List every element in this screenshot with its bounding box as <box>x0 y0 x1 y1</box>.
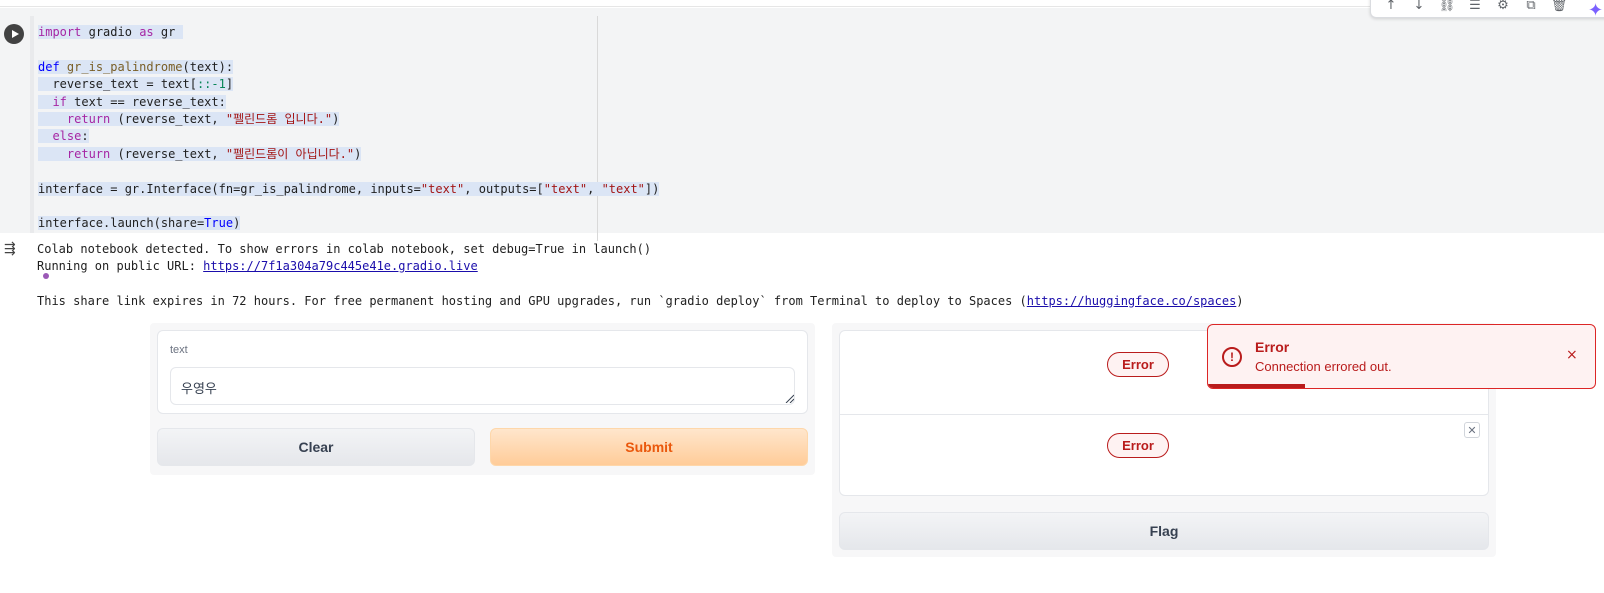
cell-output: Colab notebook detected. To show errors … <box>37 241 1244 310</box>
spaces-link[interactable]: https://huggingface.co/spaces <box>1027 294 1237 308</box>
code-line: import gradio as gr <box>38 24 659 41</box>
resize-handle-icon[interactable] <box>784 393 794 403</box>
mirror-cell-icon[interactable]: ⧉ <box>1521 0 1541 15</box>
cell-gutter <box>30 16 34 233</box>
flag-button[interactable]: Flag <box>839 512 1489 550</box>
arrow-up-icon[interactable]: ↑ <box>1381 0 1401 15</box>
toast-title: Error <box>1255 339 1290 355</box>
toast-close-button[interactable]: × <box>1566 347 1578 363</box>
cursor-dot <box>43 273 49 279</box>
gear-icon[interactable]: ⚙ <box>1493 0 1513 15</box>
arrow-down-icon[interactable]: ↓ <box>1409 0 1429 15</box>
output-line: Colab notebook detected. To show errors … <box>37 242 652 256</box>
toast-progress-bar <box>1208 384 1305 388</box>
code-line: return (reverse_text, "펠린드롬이 아닙니다.") <box>38 146 659 163</box>
link-icon[interactable]: ⛓ <box>1437 0 1457 15</box>
code-line: else: <box>38 128 659 145</box>
text-input[interactable]: 우영우 <box>170 367 795 405</box>
code-line: interface.launch(share=True) <box>38 216 241 231</box>
top-divider <box>0 6 1604 7</box>
output-divider <box>840 414 1488 415</box>
output-2-error-badge: Error <box>1107 433 1169 458</box>
code-line: return (reverse_text, "펠린드롬 입니다.") <box>38 111 659 128</box>
cell-toolbar: ↑ ↓ ⛓ ☰ ⚙ ⧉ 🗑 <box>1370 0 1604 18</box>
output-line: This share link expires in 72 hours. For… <box>37 293 1244 308</box>
code-line: interface = gr.Interface(fn=gr_is_palind… <box>38 181 660 196</box>
error-toast: ! Error Connection errored out. × <box>1207 324 1596 389</box>
clear-button[interactable]: Clear <box>157 428 475 466</box>
run-cell-button[interactable] <box>4 24 24 44</box>
public-url-link[interactable]: https://7f1a304a79c445e41e.gradio.live <box>203 259 478 273</box>
comment-icon[interactable]: ☰ <box>1465 0 1485 15</box>
output-line: Running on public URL: https://7f1a304a7… <box>37 259 478 274</box>
error-icon: ! <box>1222 347 1242 367</box>
input-label: text <box>170 344 188 356</box>
output-toggle-icon[interactable]: ⇶ <box>4 241 24 257</box>
code-line: if text == reverse_text: <box>38 94 659 111</box>
toast-message: Connection errored out. <box>1255 359 1392 374</box>
code-line: def gr_is_palindrome(text): <box>38 59 234 74</box>
delete-icon[interactable]: 🗑 <box>1549 0 1569 15</box>
submit-button[interactable]: Submit <box>490 428 808 466</box>
sparkle-icon[interactable]: ✦ <box>1588 0 1603 21</box>
output-1-error-badge: Error <box>1107 352 1169 377</box>
code-cell[interactable]: import gradio as gr def gr_is_palindrome… <box>0 8 1604 241</box>
code-editor[interactable]: import gradio as gr def gr_is_palindrome… <box>38 24 660 233</box>
text-input-block: text 우영우 <box>157 330 808 414</box>
close-icon[interactable]: ✕ <box>1464 422 1480 438</box>
code-line: reverse_text = text[::-1] <box>38 76 659 93</box>
